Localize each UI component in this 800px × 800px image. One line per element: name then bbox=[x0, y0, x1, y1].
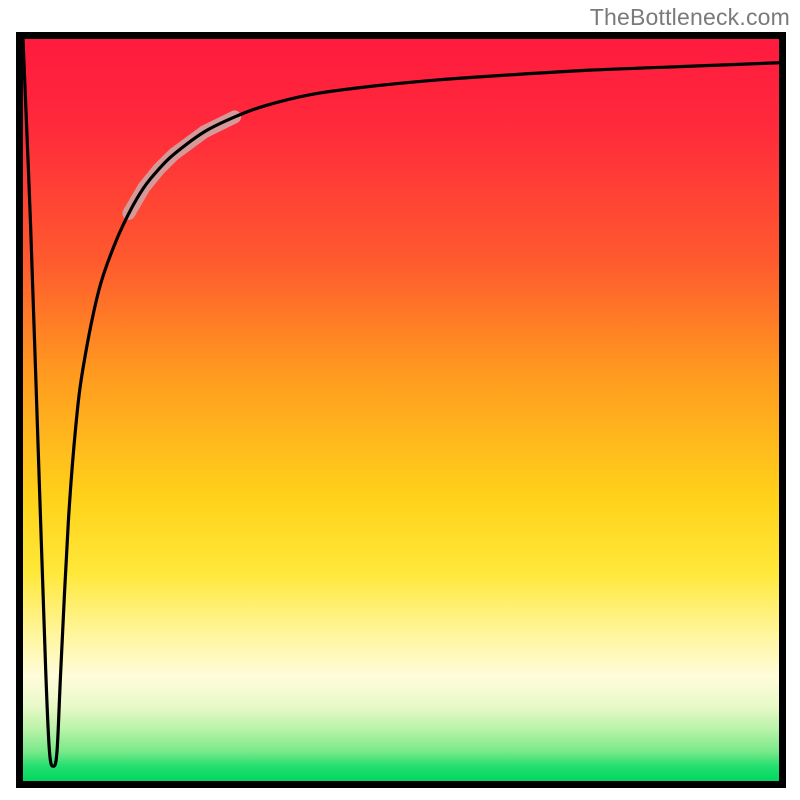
watermark-text: TheBottleneck.com bbox=[590, 4, 790, 31]
chart-stage: TheBottleneck.com bbox=[0, 0, 800, 800]
plot-frame bbox=[16, 32, 786, 788]
curve-svg bbox=[23, 39, 779, 781]
curve-highlight-segment bbox=[129, 117, 235, 213]
bottleneck-curve-path bbox=[23, 39, 779, 766]
